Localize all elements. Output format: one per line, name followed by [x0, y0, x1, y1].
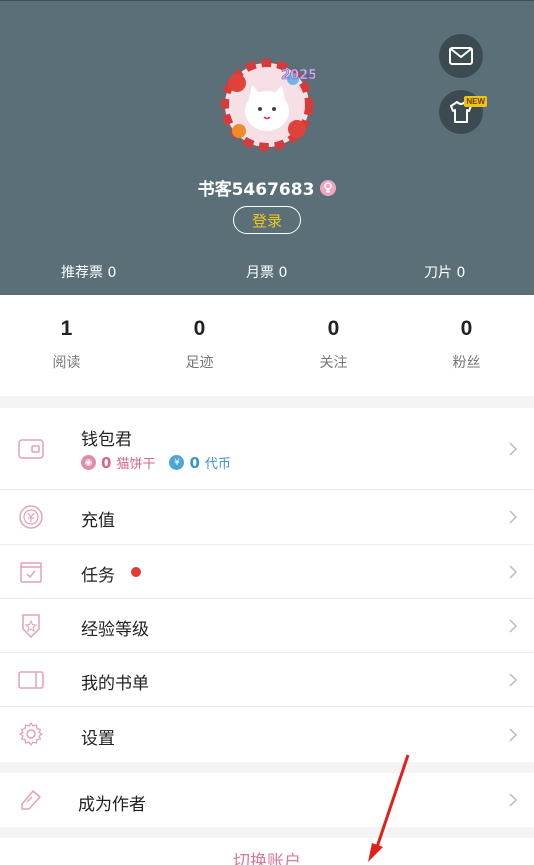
gear-icon	[17, 720, 45, 748]
section-gap	[0, 827, 534, 838]
chevron-right-icon	[509, 619, 518, 633]
section-gap	[0, 396, 534, 408]
stat-value: 0	[327, 317, 340, 340]
stat-reading[interactable]: 1 阅读	[0, 315, 133, 372]
author-section: 成为作者	[0, 773, 534, 827]
blade-ticket[interactable]: 刀片 0	[424, 262, 465, 282]
yuan-icon	[17, 503, 45, 531]
token-value: 0	[189, 453, 200, 472]
female-icon	[320, 179, 337, 196]
header-divider	[0, 0, 534, 1]
new-badge: NEW	[464, 96, 487, 107]
stat-value: 0	[193, 317, 206, 340]
wallet-balances: ◉ 0 猫饼干 ¥ 0 代币	[81, 453, 231, 472]
token-icon: ¥	[169, 455, 185, 470]
token-label: 代币	[204, 457, 231, 472]
wallet-icon	[17, 435, 45, 463]
stat-label: 足迹	[185, 355, 214, 371]
recommend-ticket[interactable]: 推荐票 0	[61, 262, 116, 282]
dress-up-button[interactable]: NEW	[439, 90, 487, 134]
menu-item-label: 成为作者	[78, 795, 146, 815]
menu-item-label: 设置	[81, 729, 115, 749]
menu-item-booklist[interactable]: 我的书单	[0, 653, 534, 707]
task-icon	[17, 558, 45, 586]
menu-item-tasks[interactable]: 任务	[0, 545, 534, 599]
chevron-right-icon	[509, 442, 518, 456]
cat-cookie-value: 0	[101, 453, 112, 472]
chevron-right-icon	[509, 793, 518, 807]
menu-item-label: 经验等级	[81, 620, 149, 640]
stat-label: 关注	[319, 355, 348, 371]
stats-panel: 1 阅读 0 足迹 0 关注 0 粉丝	[0, 295, 534, 396]
login-button[interactable]: 登录	[233, 206, 301, 234]
menu-item-recharge[interactable]: 充值	[0, 490, 534, 545]
stat-fans[interactable]: 0 粉丝	[400, 315, 533, 372]
menu-list: 钱包君 ◉ 0 猫饼干 ¥ 0 代币 充值 任务 经验等级 我的书单 设置	[0, 408, 534, 762]
menu-item-label: 充值	[81, 511, 115, 531]
booklist-icon	[17, 666, 45, 694]
section-gap	[0, 762, 534, 773]
avatar-badge-text: 2025	[281, 68, 315, 83]
stat-footprint[interactable]: 0 足迹	[133, 315, 266, 372]
menu-item-label: 任务	[81, 566, 115, 586]
username: 书客5467683	[197, 180, 315, 200]
username-row: 书客5467683	[0, 175, 534, 200]
notification-dot	[131, 567, 141, 577]
avatar[interactable]: 2025	[219, 57, 317, 153]
stat-following[interactable]: 0 关注	[267, 315, 400, 372]
monthly-ticket[interactable]: 月票 0	[246, 262, 287, 282]
menu-item-wallet[interactable]: 钱包君 ◉ 0 猫饼干 ¥ 0 代币	[0, 408, 534, 490]
chevron-right-icon	[509, 510, 518, 524]
level-icon	[17, 612, 45, 640]
ticket-bar: 推荐票 0 月票 0 刀片 0	[0, 262, 534, 282]
switch-account-button[interactable]: 切换账户	[0, 838, 534, 865]
menu-item-settings[interactable]: 设置	[0, 707, 534, 762]
stat-label: 阅读	[52, 355, 81, 371]
cat-cookie-label: 猫饼干	[116, 457, 156, 472]
profile-header: NEW 2025 书客5467683 登录 推荐票 0 月票 0 刀片 0	[0, 0, 534, 295]
message-button[interactable]	[439, 34, 483, 78]
chevron-right-icon	[509, 728, 518, 742]
mail-icon	[449, 47, 473, 65]
chevron-right-icon	[509, 673, 518, 687]
menu-item-level[interactable]: 经验等级	[0, 599, 534, 653]
stat-value: 1	[60, 317, 73, 340]
pen-icon	[17, 786, 45, 814]
menu-item-label: 我的书单	[81, 674, 149, 694]
chevron-right-icon	[509, 565, 518, 579]
cat-cookie-icon: ◉	[81, 455, 96, 470]
menu-item-label: 钱包君	[81, 430, 132, 450]
stat-value: 0	[460, 317, 473, 340]
stat-label: 粉丝	[452, 355, 481, 371]
menu-item-become-author[interactable]: 成为作者	[0, 773, 534, 827]
